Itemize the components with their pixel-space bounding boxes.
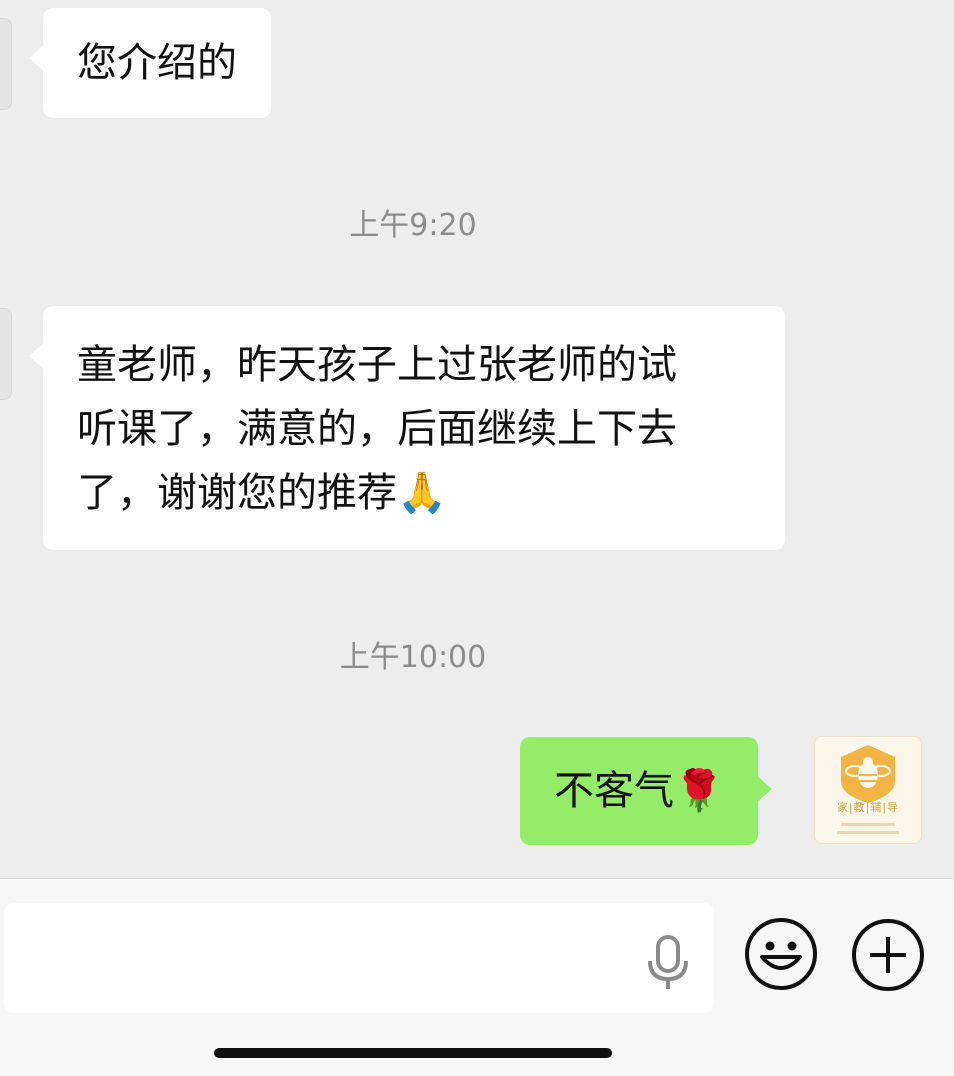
plus-icon[interactable] [850,917,926,993]
rose-emoji-icon: 🌹 [674,768,724,814]
home-indicator[interactable] [214,1048,612,1058]
message-text: 不客气 [554,768,674,814]
message-line: 童老师，昨天孩子上过张老师的试 [77,342,677,388]
message-line: 了，谢谢您的推荐 [77,470,397,516]
message-bubble-received[interactable]: 童老师，昨天孩子上过张老师的试 听课了，满意的，后面继续上下去 了，谢谢您的推荐… [29,306,785,550]
message-bubble-received[interactable]: 您介绍的 [29,8,271,118]
bubble-tail [29,342,45,370]
bubble-tail [29,44,45,72]
timestamp: 上午10:00 [339,640,487,675]
own-avatar[interactable]: 家|教|辅|导 [814,736,922,844]
smiley-icon[interactable] [744,917,818,991]
pray-emoji-icon: 🙏 [397,470,447,516]
avatar-caption: 家|教|辅|导 [836,801,900,814]
timestamp: 上午9:20 [349,208,477,243]
contact-avatar[interactable] [0,18,12,110]
bubble-tail [755,775,772,803]
message-bubble-sent[interactable]: 不客气🌹 [520,737,772,845]
chat-area: 您介绍的 上午9:20 童老师，昨天孩子上过张老师的试 听课了，满意的，后面继续… [0,0,954,878]
message-text: 您介绍的 [77,40,237,86]
microphone-icon[interactable] [644,935,692,991]
contact-avatar[interactable] [0,308,12,400]
input-bar [0,878,954,1076]
message-input[interactable] [4,903,714,1013]
bee-logo-icon [837,745,899,834]
message-line: 听课了，满意的，后面继续上下去 [77,406,677,452]
